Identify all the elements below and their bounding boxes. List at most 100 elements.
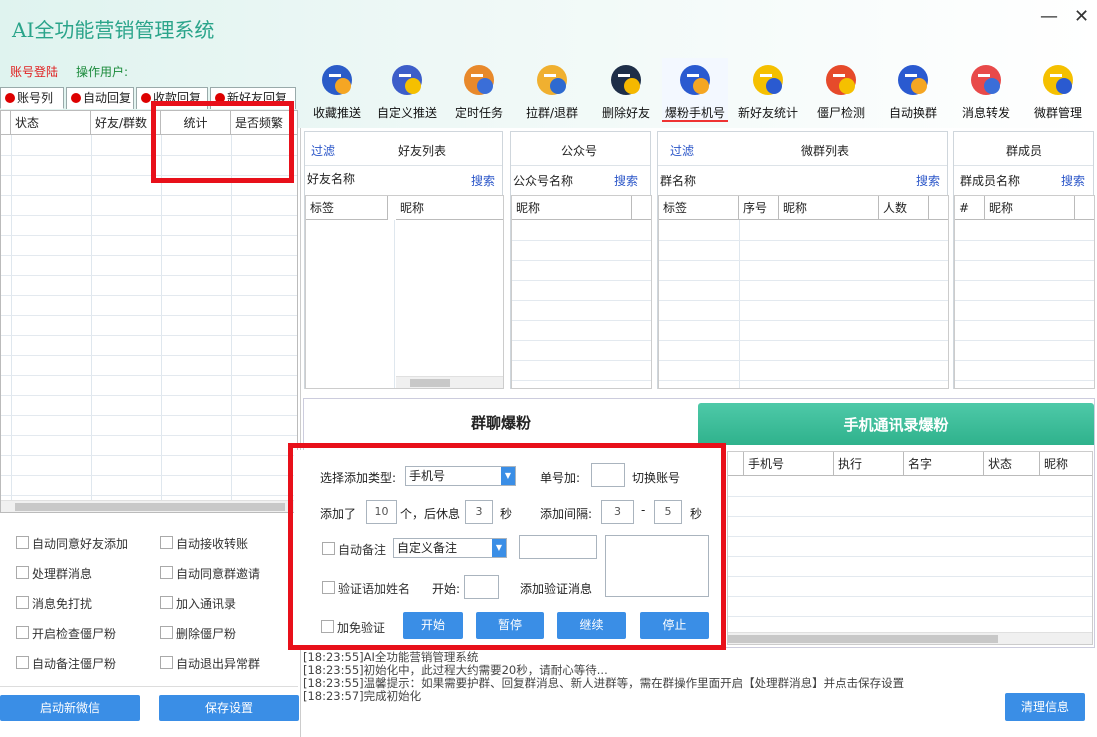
delete-friend-icon (608, 62, 644, 98)
table-row (955, 380, 1094, 381)
toolbar-timed-task-button[interactable]: 定时任务 (446, 58, 512, 122)
log-line: [18:23:57]完成初始化 (303, 689, 422, 703)
toolbar-custom-push-button[interactable]: 自定义推送 (374, 58, 440, 122)
groups-filter[interactable]: 过滤 (670, 142, 694, 159)
option-checkbox[interactable]: 加入通讯录 (160, 595, 236, 612)
toolbar-label: 爆粉手机号 (664, 106, 725, 120)
table-row (512, 380, 651, 381)
friends-table[interactable]: 标签 昵称 (305, 195, 504, 389)
table-row (512, 360, 651, 361)
option-checkbox[interactable]: 自动退出异常群 (160, 655, 260, 672)
members-name-label: 群成员名称 (960, 174, 1021, 188)
groups-name-label: 群名称 (660, 174, 697, 188)
option-checkbox[interactable]: 开启检查僵尸粉 (16, 625, 116, 642)
favorites-push-icon (319, 62, 355, 98)
toolbar-label: 删除好友 (601, 106, 650, 120)
toolbar-label: 自定义推送 (376, 106, 437, 120)
toolbar-label: 新好友统计 (737, 106, 798, 120)
login-label[interactable]: 账号登陆 (10, 63, 58, 80)
option-checkbox[interactable]: 删除僵尸粉 (160, 625, 236, 642)
table-row (955, 300, 1094, 301)
tab-account-list[interactable]: 账号列 (0, 87, 64, 109)
groups-search[interactable]: 搜索 (916, 172, 940, 189)
option-checkbox[interactable]: 自动备注僵尸粉 (16, 655, 116, 672)
friends-panel: 过滤 好友列表 好友名称 搜索 标签 昵称 (304, 131, 504, 389)
table-row (659, 320, 948, 321)
toolbar-label: 微群管理 (1033, 106, 1082, 120)
table-row (1, 475, 297, 476)
toolbar-new-friend-stats-button[interactable]: 新好友统计 (735, 58, 801, 122)
toolbar-phone-search-button[interactable]: 爆粉手机号 (662, 58, 728, 122)
toolbar-label: 收藏推送 (312, 106, 361, 120)
official-panel: 公众号 公众号名称 搜索 昵称 (510, 131, 652, 389)
group-manage-icon (1040, 62, 1076, 98)
option-checkbox[interactable]: 消息免打扰 (16, 595, 92, 612)
minimize-button[interactable]: — (1040, 6, 1058, 27)
toolbar-label: 自动换群 (888, 106, 937, 120)
message-forward-icon (968, 62, 1004, 98)
toolbar-delete-friend-button[interactable]: 删除好友 (593, 58, 659, 122)
tab-auto-reply[interactable]: 自动回复 (66, 87, 134, 109)
option-checkbox[interactable]: 处理群消息 (16, 565, 92, 582)
members-table[interactable]: # 昵称 (954, 195, 1095, 389)
table-row (728, 516, 1092, 517)
operator-label: 操作用户: (76, 65, 129, 79)
friends-search[interactable]: 搜索 (471, 172, 495, 189)
close-button[interactable]: ✕ (1074, 6, 1089, 27)
table-row (1, 215, 297, 216)
toolbar-label: 定时任务 (454, 106, 503, 120)
table-row (1, 355, 297, 356)
table-row (728, 536, 1092, 537)
toolbar-label: 僵尸检测 (816, 106, 865, 120)
friends-name-label: 好友名称 (307, 172, 356, 186)
table-row (512, 280, 651, 281)
table-row (955, 340, 1094, 341)
table-row (1, 435, 297, 436)
groups-title: 微群列表 (801, 144, 850, 158)
table-row (512, 240, 651, 241)
tab-phone-contacts[interactable]: 手机通讯录爆粉 (698, 403, 1094, 445)
toolbar-favorites-push-button[interactable]: 收藏推送 (304, 58, 370, 122)
official-search[interactable]: 搜索 (614, 172, 638, 189)
start-wechat-button[interactable]: 启动新微信 (0, 695, 140, 721)
result-table[interactable]: 手机号 执行 名字 状态 昵称 (727, 451, 1093, 645)
table-row (1, 495, 297, 496)
groups-table[interactable]: 标签 序号 昵称 人数 (658, 195, 949, 389)
table-row (728, 616, 1092, 617)
table-row (659, 360, 948, 361)
official-title: 公众号 (561, 144, 598, 158)
friends-filter[interactable]: 过滤 (311, 142, 335, 159)
option-checkbox[interactable]: 自动同意好友添加 (16, 535, 128, 552)
table-row (1, 415, 297, 416)
toolbar-label: 拉群/退群 (525, 106, 579, 120)
tab-group-fans[interactable]: 群聊爆粉 (304, 399, 698, 445)
toolbar-auto-switch-button[interactable]: 自动换群 (880, 58, 946, 122)
clear-log-button[interactable]: 清理信息 (1005, 693, 1085, 721)
result-scrollbar[interactable] (728, 632, 1092, 644)
toolbar-group-manage-button[interactable]: 微群管理 (1025, 58, 1091, 122)
table-row (1, 295, 297, 296)
members-title: 群成员 (1006, 144, 1043, 158)
table-row (1, 335, 297, 336)
col-status[interactable]: 状态 (11, 111, 91, 135)
account-scrollbar[interactable] (1, 500, 297, 512)
table-row (955, 280, 1094, 281)
table-row (659, 380, 948, 381)
members-search[interactable]: 搜索 (1061, 172, 1085, 189)
toolbar-group-join-button[interactable]: 拉群/退群 (519, 58, 585, 122)
phone-search-icon (677, 62, 713, 98)
option-checkbox[interactable]: 自动同意群邀请 (160, 565, 260, 582)
timed-task-icon (461, 62, 497, 98)
table-row (1, 275, 297, 276)
toolbar-message-forward-button[interactable]: 消息转发 (953, 58, 1019, 122)
log-area: [18:23:55]AI全功能营销管理系统 [18:23:55]初始化中，此过程… (303, 651, 1097, 723)
zombie-detect-icon (823, 62, 859, 98)
table-row (659, 260, 948, 261)
new-friend-stats-icon (750, 62, 786, 98)
option-checkbox[interactable]: 自动接收转账 (160, 535, 248, 552)
toolbar-zombie-detect-button[interactable]: 僵尸检测 (808, 58, 874, 122)
table-row (1, 395, 297, 396)
save-settings-button[interactable]: 保存设置 (159, 695, 299, 721)
table-row (659, 340, 948, 341)
official-table[interactable]: 昵称 (511, 195, 652, 389)
